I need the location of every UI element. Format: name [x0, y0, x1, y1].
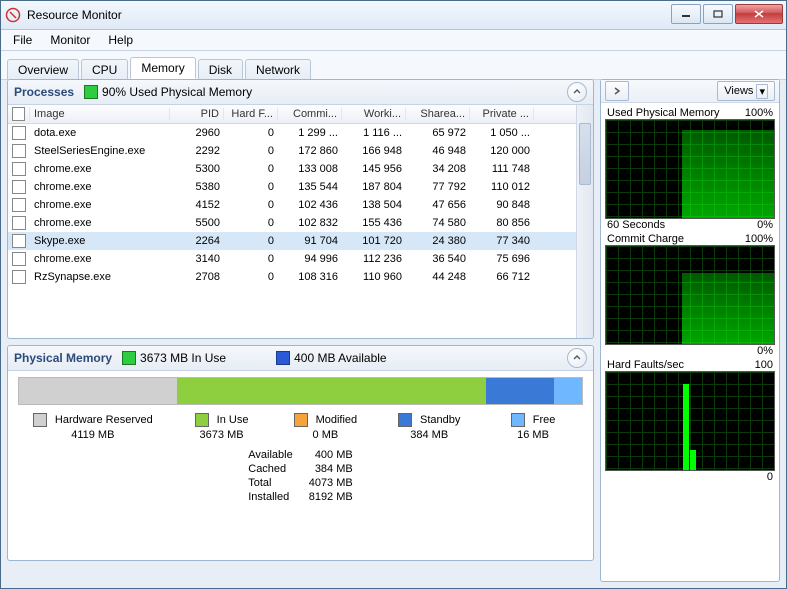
table-row[interactable]: chrome.exe41520102 436138 50447 65690 84… [8, 196, 593, 214]
table-row[interactable]: Skype.exe2264091 704101 72024 38077 340 [8, 232, 593, 250]
col-hardfaults[interactable]: Hard F... [224, 108, 278, 120]
col-image[interactable]: Image [30, 108, 170, 120]
available-indicator: 400 MB Available [276, 351, 387, 366]
processes-panel: Processes 90% Used Physical Memory Image… [7, 79, 594, 339]
menubar: File Monitor Help [1, 30, 786, 51]
physical-memory-panel: Physical Memory 3673 MB In Use 400 MB Av… [7, 345, 594, 561]
expand-graphs-button[interactable] [605, 81, 629, 101]
memory-stats: Available400 MB Cached384 MB Total4073 M… [248, 449, 352, 503]
table-row[interactable]: SteelSeriesEngine.exe22920172 860166 948… [8, 142, 593, 160]
used-memory-indicator: 90% Used Physical Memory [84, 85, 252, 100]
table-row[interactable]: chrome.exe3140094 996112 23636 54075 696 [8, 250, 593, 268]
row-checkbox[interactable] [12, 180, 26, 194]
table-row[interactable]: RzSynapse.exe27080108 316110 96044 24866… [8, 268, 593, 286]
graphs-sidebar: Views ▾ Used Physical Memory100% 60 Seco… [600, 79, 780, 582]
select-all-checkbox[interactable] [12, 107, 25, 121]
minimize-button[interactable] [671, 4, 701, 24]
graph-hard-faults: Hard Faults/sec100 0 [605, 359, 775, 483]
row-checkbox[interactable] [12, 234, 26, 248]
memory-bar-chart [18, 377, 583, 405]
tab-network[interactable]: Network [245, 59, 311, 80]
menu-monitor[interactable]: Monitor [42, 31, 98, 49]
processes-scrollbar[interactable] [576, 105, 593, 338]
row-checkbox[interactable] [12, 252, 26, 266]
processes-table-header: Image PID Hard F... Commi... Worki... Sh… [8, 105, 593, 124]
row-checkbox[interactable] [12, 162, 26, 176]
row-checkbox[interactable] [12, 270, 26, 284]
menu-help[interactable]: Help [100, 31, 141, 49]
tab-memory[interactable]: Memory [130, 57, 195, 79]
resource-monitor-window: Resource Monitor File Monitor Help Overv… [0, 0, 787, 589]
col-pid[interactable]: PID [170, 108, 224, 120]
graph-commit-charge: Commit Charge100% 0% [605, 233, 775, 357]
physical-memory-title: Physical Memory [14, 351, 112, 365]
table-row[interactable]: chrome.exe53800135 544187 80477 792110 0… [8, 178, 593, 196]
tab-disk[interactable]: Disk [198, 59, 243, 80]
graph-used-physical-memory: Used Physical Memory100% 60 Seconds0% [605, 107, 775, 231]
collapse-processes-button[interactable] [567, 82, 587, 102]
maximize-button[interactable] [703, 4, 733, 24]
views-button[interactable]: Views ▾ [717, 81, 775, 101]
collapse-physical-button[interactable] [567, 348, 587, 368]
col-working[interactable]: Worki... [342, 108, 406, 120]
row-checkbox[interactable] [12, 144, 26, 158]
titlebar[interactable]: Resource Monitor [1, 1, 786, 30]
row-checkbox[interactable] [12, 216, 26, 230]
tab-overview[interactable]: Overview [7, 59, 79, 80]
close-button[interactable] [735, 4, 783, 24]
col-private[interactable]: Private ... [470, 108, 534, 120]
app-icon [5, 7, 21, 23]
processes-title: Processes [14, 85, 74, 99]
row-checkbox[interactable] [12, 126, 26, 140]
window-title: Resource Monitor [27, 8, 122, 22]
table-row[interactable]: dota.exe296001 299 ...1 116 ...65 9721 0… [8, 124, 593, 142]
menu-file[interactable]: File [5, 31, 40, 49]
table-row[interactable]: chrome.exe53000133 008145 95634 208111 7… [8, 160, 593, 178]
tabstrip: Overview CPU Memory Disk Network [1, 51, 786, 80]
col-shareable[interactable]: Sharea... [406, 108, 470, 120]
memory-legend: Hardware Reserved4119 MB In Use3673 MB M… [18, 413, 583, 441]
inuse-indicator: 3673 MB In Use [122, 351, 226, 366]
row-checkbox[interactable] [12, 198, 26, 212]
col-commit[interactable]: Commi... [278, 108, 342, 120]
tab-cpu[interactable]: CPU [81, 59, 128, 80]
table-row[interactable]: chrome.exe55000102 832155 43674 58080 85… [8, 214, 593, 232]
